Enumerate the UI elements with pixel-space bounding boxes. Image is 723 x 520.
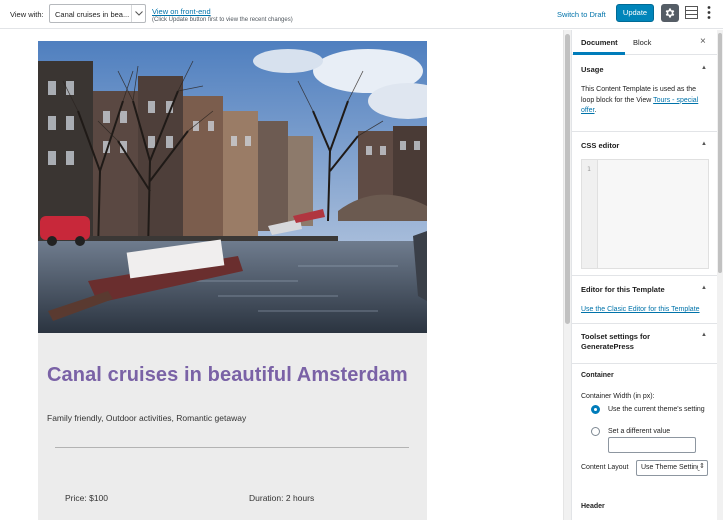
separator	[55, 447, 409, 448]
header-label: Header	[581, 503, 605, 510]
content-layout-value: Use Theme Settings	[641, 464, 705, 471]
usage-panel-title[interactable]: Usage	[581, 65, 604, 74]
radio-different-value[interactable]	[591, 427, 600, 436]
usage-panel: Usage ▲ This Content Template is used as…	[572, 55, 717, 132]
switch-to-draft-button[interactable]: Switch to Draft	[557, 10, 606, 19]
more-options-button[interactable]	[706, 5, 712, 20]
post-content-block[interactable]: Canal cruises in beautiful Amsterdam Fam…	[38, 333, 427, 520]
price-field: Price: $100	[65, 493, 108, 503]
view-with-select[interactable]: Canal cruises in bea...	[49, 4, 146, 23]
toolset-panel-title[interactable]: Toolset settings for GeneratePress	[581, 332, 691, 352]
usage-text: This Content Template is used as the loo…	[581, 86, 699, 114]
line-number: 1	[587, 165, 591, 173]
post-title[interactable]: Canal cruises in beautiful Amsterdam	[47, 364, 408, 387]
container-width-label: Container Width (in px):	[581, 393, 655, 400]
sidebar-scrollbar-thumb[interactable]	[718, 33, 722, 273]
chevron-up-icon[interactable]: ▲	[701, 332, 707, 338]
content-layout-label: Content Layout	[581, 464, 629, 471]
container-label: Container	[581, 372, 614, 379]
update-button[interactable]: Update	[616, 4, 654, 22]
canvas-scrollbar-thumb[interactable]	[565, 34, 570, 324]
toolset-panel-header: Toolset settings for GeneratePress ▲	[572, 324, 717, 364]
container-width-input[interactable]	[608, 437, 696, 453]
select-arrows-icon: ⇕	[698, 462, 705, 470]
editor-canvas: Canal cruises in beautiful Amsterdam Fam…	[0, 30, 563, 520]
chevron-up-icon[interactable]: ▲	[701, 141, 707, 147]
sidebar-tabs: Document Block ×	[572, 30, 723, 55]
classic-editor-link[interactable]: Use the Clasic Editor for this Template	[581, 306, 700, 313]
more-vertical-icon	[707, 6, 711, 19]
settings-button[interactable]	[661, 4, 679, 22]
chevron-down-icon	[131, 5, 145, 22]
top-toolbar-layout-button[interactable]	[685, 6, 698, 19]
front-end-note: (Click Update button first to view the r…	[152, 17, 293, 23]
line-number-gutter: 1	[582, 160, 598, 268]
radio-current-theme[interactable]	[591, 405, 600, 414]
top-toolbar: View with: Canal cruises in bea... View …	[0, 0, 723, 29]
editor-template-title[interactable]: Editor for this Template	[581, 285, 665, 294]
chevron-up-icon[interactable]: ▲	[701, 285, 707, 291]
radio-current-theme-label: Use the current theme's setting	[608, 406, 705, 413]
post-tags: Family friendly, Outdoor activities, Rom…	[47, 413, 247, 423]
gear-icon	[665, 8, 675, 18]
chevron-up-icon[interactable]: ▲	[701, 65, 707, 71]
view-on-front-end-link[interactable]: View on front-end	[152, 7, 211, 16]
sidebar-scrollbar[interactable]	[717, 30, 723, 520]
view-with-select-value: Canal cruises in bea...	[55, 10, 130, 19]
tab-block[interactable]: Block	[633, 38, 651, 47]
layout-icon	[685, 6, 698, 19]
css-code-editor[interactable]: 1	[581, 159, 709, 269]
duration-field: Duration: 2 hours	[249, 493, 315, 503]
canvas-scrollbar[interactable]	[563, 30, 571, 520]
view-with-label: View with:	[10, 10, 44, 19]
settings-sidebar: Document Block × Usage ▲ This Content Te…	[571, 30, 723, 520]
featured-image[interactable]	[38, 41, 427, 333]
radio-different-value-label: Set a different value	[608, 428, 671, 435]
editor-template-panel: Editor for this Template ▲	[572, 276, 717, 324]
content-layout-select[interactable]: Use Theme Settings ⇕	[636, 460, 708, 476]
close-icon[interactable]: ×	[700, 36, 706, 47]
tab-document[interactable]: Document	[581, 38, 618, 47]
css-editor-title[interactable]: CSS editor	[581, 141, 619, 150]
